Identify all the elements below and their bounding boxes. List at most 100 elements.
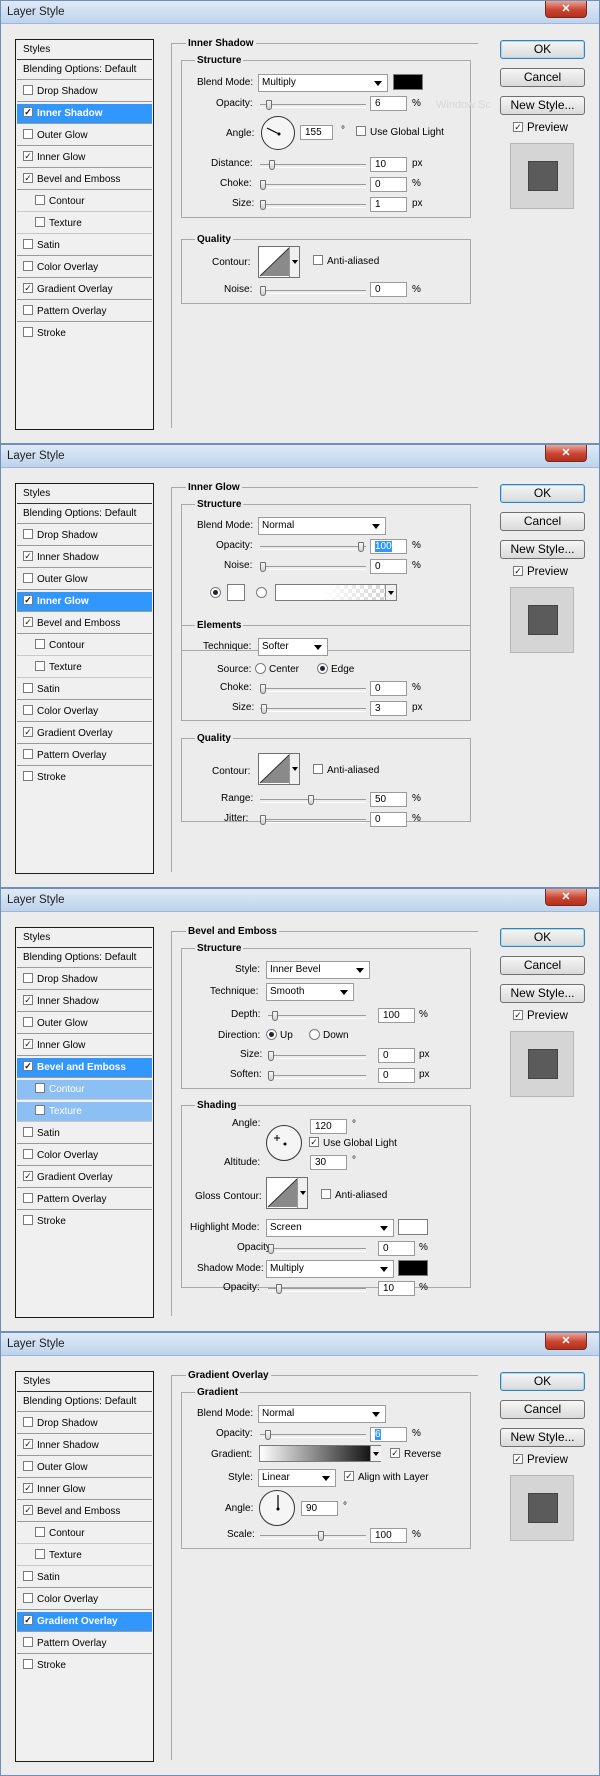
cancel-button[interactable]: Cancel xyxy=(500,68,585,87)
solid-color-radio[interactable] xyxy=(210,587,221,598)
preview-checkbox[interactable]: ✓ xyxy=(513,1009,523,1020)
outer-glow-checkbox[interactable] xyxy=(23,129,33,140)
inner-glow-checkbox[interactable]: ✓ xyxy=(23,151,33,162)
texture-checkbox[interactable] xyxy=(35,1549,45,1560)
glow-color-swatch[interactable] xyxy=(227,584,245,601)
bevel-emboss-checkbox[interactable]: ✓ xyxy=(23,617,33,628)
anti-aliased[interactable]: Anti-aliased xyxy=(313,255,379,267)
stroke-checkbox[interactable] xyxy=(23,771,33,782)
preview-checkbox[interactable]: ✓ xyxy=(513,565,523,576)
distance-slider[interactable] xyxy=(260,160,366,170)
styles-header[interactable]: Styles xyxy=(17,928,152,948)
contour-picker[interactable] xyxy=(258,753,300,785)
blend-mode-select[interactable]: Multiply xyxy=(258,74,388,92)
preview-checkbox[interactable]: ✓ xyxy=(513,1453,523,1464)
size-input[interactable]: 1 xyxy=(370,197,407,212)
style-item-outer-glow[interactable]: Outer Glow xyxy=(17,1014,152,1034)
stroke-checkbox[interactable] xyxy=(23,1659,33,1670)
outer-glow-checkbox[interactable] xyxy=(23,573,33,584)
source-edge-radio[interactable] xyxy=(317,663,328,674)
reverse-checkbox[interactable]: ✓ xyxy=(390,1448,400,1459)
inner-shadow-checkbox[interactable]: ✓ xyxy=(23,1439,33,1450)
blending-options-item[interactable]: Blending Options: Default xyxy=(17,948,152,968)
ok-button[interactable]: OK xyxy=(500,40,585,59)
style-item-contour[interactable]: Contour xyxy=(17,1524,152,1544)
style-item-color-overlay[interactable]: Color Overlay xyxy=(17,1590,152,1610)
satin-checkbox[interactable] xyxy=(23,1571,33,1582)
title-bar[interactable]: Layer Style ✕ xyxy=(1,889,599,912)
size-input[interactable]: 0 xyxy=(378,1048,415,1063)
drop-shadow-checkbox[interactable] xyxy=(23,973,33,984)
contour-checkbox[interactable] xyxy=(35,1527,45,1538)
slider-thumb[interactable] xyxy=(269,160,275,170)
preview-toggle[interactable]: ✓ Preview xyxy=(513,1009,568,1022)
slider-thumb[interactable] xyxy=(260,815,266,825)
highlight-color-swatch[interactable] xyxy=(398,1219,428,1235)
new-style-button[interactable]: New Style... xyxy=(500,984,585,1003)
style-item-texture[interactable]: Texture xyxy=(17,658,152,678)
title-bar[interactable]: Layer Style ✕ xyxy=(1,1333,599,1356)
preview-toggle[interactable]: ✓ Preview xyxy=(513,1453,568,1466)
drop-shadow-checkbox[interactable] xyxy=(23,85,33,96)
style-item-bevel-emboss[interactable]: ✓ Bevel and Emboss xyxy=(17,170,152,190)
satin-checkbox[interactable] xyxy=(23,683,33,694)
angle-dial[interactable] xyxy=(259,1490,295,1526)
angle-input[interactable]: 120 xyxy=(310,1119,347,1134)
style-item-contour[interactable]: Contour xyxy=(17,1080,152,1100)
slider-thumb[interactable] xyxy=(268,1071,274,1081)
cancel-button[interactable]: Cancel xyxy=(500,956,585,975)
title-bar[interactable]: Layer Style ✕ xyxy=(1,445,599,468)
slider-thumb[interactable] xyxy=(318,1531,324,1541)
style-item-drop-shadow[interactable]: Drop Shadow xyxy=(17,970,152,990)
size-input[interactable]: 3 xyxy=(370,701,407,716)
noise-input[interactable]: 0 xyxy=(370,282,407,297)
style-item-gradient-overlay[interactable]: ✓ Gradient Overlay xyxy=(17,1168,152,1188)
noise-slider[interactable] xyxy=(260,286,366,296)
style-item-inner-glow[interactable]: ✓ Inner Glow xyxy=(17,1036,152,1056)
styles-header[interactable]: Styles xyxy=(17,484,152,504)
opacity-input[interactable]: 100 xyxy=(370,539,407,554)
styles-header[interactable]: Styles xyxy=(17,40,152,60)
pattern-overlay-checkbox[interactable] xyxy=(23,1637,33,1648)
shadow-opacity-slider[interactable] xyxy=(268,1284,366,1294)
opacity-input[interactable]: 6 xyxy=(370,96,407,111)
texture-checkbox[interactable] xyxy=(35,217,45,228)
style-item-inner-glow[interactable]: ✓ Inner Glow xyxy=(17,148,152,168)
align-with-layer-option[interactable]: ✓ Align with Layer xyxy=(344,1471,429,1483)
anti-aliased-checkbox[interactable] xyxy=(321,1189,331,1200)
blend-mode-select[interactable]: Normal xyxy=(258,517,386,535)
use-global-light[interactable]: Use Global Light xyxy=(356,126,444,138)
style-item-inner-glow[interactable]: ✓ Inner Glow xyxy=(17,1480,152,1500)
ok-button[interactable]: OK xyxy=(500,484,585,503)
gloss-contour-picker[interactable] xyxy=(266,1177,308,1209)
gradient-radio[interactable] xyxy=(256,587,267,598)
direction-down-option[interactable]: Down xyxy=(309,1029,349,1041)
title-bar[interactable]: Layer Style ✕ xyxy=(1,1,599,24)
slider-thumb[interactable] xyxy=(266,100,272,110)
contour-checkbox[interactable] xyxy=(35,1083,45,1094)
slider-thumb[interactable] xyxy=(358,542,364,552)
close-button[interactable]: ✕ xyxy=(545,1333,587,1350)
anti-aliased[interactable]: Anti-aliased xyxy=(313,764,379,776)
style-item-contour[interactable]: Contour xyxy=(17,636,152,656)
slider-thumb[interactable] xyxy=(272,1011,278,1021)
style-item-pattern-overlay[interactable]: Pattern Overlay xyxy=(17,1634,152,1654)
altitude-input[interactable]: 30 xyxy=(310,1155,347,1170)
jitter-slider[interactable] xyxy=(260,815,366,825)
drop-shadow-checkbox[interactable] xyxy=(23,1417,33,1428)
stroke-checkbox[interactable] xyxy=(23,327,33,338)
reverse-option[interactable]: ✓ Reverse xyxy=(390,1448,441,1460)
use-global-light-checkbox[interactable]: ✓ xyxy=(309,1137,319,1148)
highlight-opacity-slider[interactable] xyxy=(268,1244,366,1254)
style-item-stroke[interactable]: Stroke xyxy=(17,324,152,344)
choke-input[interactable]: 0 xyxy=(370,681,407,696)
satin-checkbox[interactable] xyxy=(23,239,33,250)
preview-toggle[interactable]: ✓ Preview xyxy=(513,121,568,134)
anti-aliased-checkbox[interactable] xyxy=(313,764,323,775)
gradient-option[interactable] xyxy=(256,587,270,599)
angle-dial[interactable] xyxy=(261,116,295,150)
style-item-drop-shadow[interactable]: Drop Shadow xyxy=(17,526,152,546)
contour-checkbox[interactable] xyxy=(35,639,45,650)
bevel-emboss-checkbox[interactable]: ✓ xyxy=(23,173,33,184)
opacity-slider[interactable] xyxy=(260,100,366,110)
